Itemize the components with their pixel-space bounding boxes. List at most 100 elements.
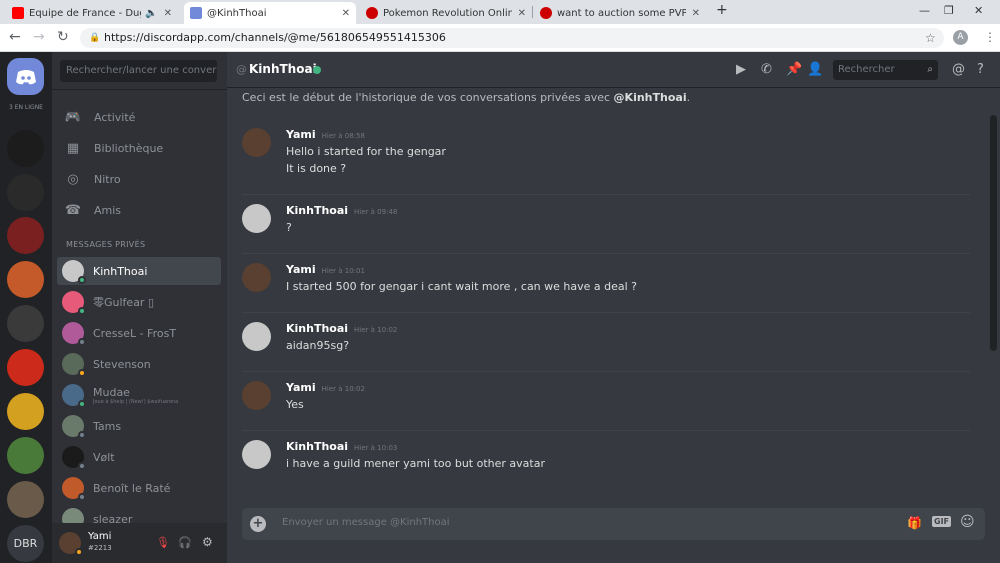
avatar[interactable] [59, 532, 83, 556]
dm-text: Vølt [93, 451, 115, 464]
dm-search-input[interactable]: Rechercher/lancer une conversati [60, 60, 217, 82]
avatar[interactable] [242, 204, 271, 233]
profile-avatar[interactable]: A [953, 30, 968, 45]
upload-plus-icon[interactable]: + [250, 516, 266, 532]
scrollbar[interactable] [990, 115, 997, 351]
gif-icon[interactable]: GIF [932, 516, 952, 527]
dm-item[interactable]: Tams [57, 412, 221, 440]
server-icon[interactable] [7, 393, 44, 430]
server-icon[interactable] [7, 217, 44, 254]
status-indicator [78, 338, 86, 346]
message-author[interactable]: Yami Hier à 08:58 [286, 128, 365, 141]
avatar[interactable] [242, 381, 271, 410]
more-menu-icon[interactable]: ⋮ [984, 30, 996, 44]
server-icon[interactable] [7, 261, 44, 298]
dm-item[interactable]: KinhThoai [57, 257, 221, 285]
headphones-icon[interactable]: 🎧 [178, 536, 192, 549]
close-window-icon[interactable]: ✕ [974, 4, 983, 17]
dm-activity: Joue à $help | (New!) $waifuarena [93, 398, 179, 405]
search-placeholder: Rechercher [838, 64, 895, 75]
avatar[interactable] [242, 263, 271, 292]
tab-title: Equipe de France - Dugarry [29, 7, 141, 19]
message-text: aidan95sg? [286, 339, 350, 352]
address-bar[interactable]: 🔒 https://discordapp.com/channels/@me/56… [80, 28, 944, 48]
back-arrow-icon[interactable]: ← [9, 29, 21, 45]
message-author[interactable]: Yami Hier à 10:01 [286, 263, 365, 276]
server-icon[interactable] [7, 437, 44, 474]
avatar[interactable] [242, 440, 271, 469]
close-tab-icon[interactable]: ✕ [164, 8, 172, 19]
dm-text: KinhThoai [93, 265, 147, 278]
server-icon[interactable] [7, 481, 44, 518]
server-icon[interactable] [7, 305, 44, 342]
reload-icon[interactable]: ↻ [57, 29, 69, 45]
emoji-icon[interactable]: ☺ [960, 514, 975, 530]
message-group: KinhThoai Hier à 10:02 aidan95sg? [242, 322, 962, 354]
browser-tab[interactable]: want to auction some PVP POKEM ✕ [534, 2, 706, 24]
maximize-icon[interactable]: ❐ [944, 4, 954, 17]
server-dbr[interactable]: DBR [7, 525, 44, 562]
url-text: https://discordapp.com/channels/@me/5618… [104, 31, 446, 44]
speaker-icon: 🔈 [145, 7, 158, 19]
browser-tab[interactable]: Pokemon Revolution Online ✕ [360, 2, 532, 24]
message-author[interactable]: Yami Hier à 10:02 [286, 381, 365, 394]
server-icon[interactable] [7, 349, 44, 386]
divider [52, 89, 227, 90]
nav-activity[interactable]: 🎮 Activité [60, 104, 220, 130]
server-icon[interactable] [7, 174, 44, 211]
server-icon[interactable] [7, 130, 44, 167]
browser-tab[interactable]: Equipe de France - Dugarry 🔈 ✕ [6, 2, 178, 24]
status-indicator [78, 400, 86, 408]
nav-label: Amis [94, 203, 122, 217]
settings-gear-icon[interactable]: ⚙ [202, 535, 213, 549]
video-call-icon[interactable]: ▶ [736, 62, 746, 77]
channel-title: KinhThoai [249, 62, 317, 76]
message-author[interactable]: KinhThoai Hier à 10:03 [286, 440, 397, 453]
nav-label: Activité [94, 110, 136, 124]
message-text: I started 500 for gengar i cant wait mor… [286, 280, 638, 293]
close-tab-icon[interactable]: ✕ [342, 8, 350, 19]
mute-microphone-icon[interactable]: 🎙 [156, 536, 170, 549]
message-timestamp: Hier à 10:02 [354, 326, 398, 334]
minimize-icon[interactable]: — [919, 4, 930, 17]
message-text: Yes [286, 398, 304, 411]
message-author[interactable]: KinhThoai Hier à 10:02 [286, 322, 397, 335]
dm-name: Stevenson [93, 357, 151, 371]
dm-item[interactable]: 零Gulfear ▯ [57, 288, 221, 316]
help-icon[interactable]: ? [977, 62, 984, 77]
forward-arrow-icon[interactable]: → [33, 29, 45, 45]
status-indicator [78, 462, 86, 470]
voice-call-icon[interactable]: ✆ [761, 62, 772, 77]
header-search-input[interactable]: Rechercher ⌕ [833, 60, 938, 80]
avatar[interactable] [242, 322, 271, 351]
message-composer[interactable]: + Envoyer un message @KinhThoai 🎁 GIF ☺ [242, 508, 985, 540]
message-divider [242, 312, 970, 313]
message-author[interactable]: KinhThoai Hier à 09:48 [286, 204, 397, 217]
message-group: KinhThoai Hier à 10:03 i have a guild mene… [242, 440, 962, 472]
pokeball-icon [366, 7, 378, 19]
gift-icon[interactable]: 🎁 [907, 516, 922, 530]
close-tab-icon[interactable]: ✕ [692, 8, 700, 19]
browser-toolbar: ← → ↻ 🔒 https://discordapp.com/channels/… [0, 24, 1000, 52]
dm-item[interactable]: Vølt [57, 443, 221, 471]
new-tab-button[interactable]: + [716, 2, 728, 18]
dm-item[interactable]: CresseL - FrosT [57, 319, 221, 347]
tab-divider [532, 6, 533, 18]
discord-home-button[interactable] [7, 58, 44, 95]
pin-icon[interactable]: 📌 [786, 62, 802, 77]
avatar[interactable] [242, 128, 271, 157]
add-friend-icon[interactable]: 👤 [807, 62, 823, 77]
nav-library[interactable]: ▦ Bibliothèque [60, 135, 220, 161]
nav-nitro[interactable]: ◎ Nitro [60, 166, 220, 192]
bookmark-star-icon[interactable]: ☆ [925, 31, 936, 45]
mentions-icon[interactable]: @ [952, 62, 965, 77]
dm-item[interactable]: Benoît le Raté [57, 474, 221, 502]
dm-item[interactable]: Mudae Joue à $help | (New!) $waifuarena [57, 381, 221, 409]
nav-friends[interactable]: ☎ Amis [60, 197, 220, 223]
close-tab-icon[interactable]: ✕ [518, 8, 526, 19]
avatar [62, 384, 86, 408]
avatar [62, 446, 86, 470]
dm-item[interactable]: Stevenson [57, 350, 221, 378]
dm-name: KinhThoai [93, 264, 148, 278]
browser-tab-active[interactable]: @KinhThoai ✕ [184, 2, 356, 24]
